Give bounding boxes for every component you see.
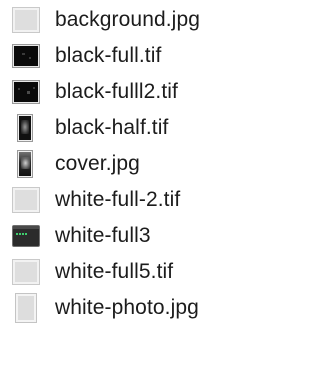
file-name: cover.jpg xyxy=(55,152,140,175)
dark-image-thumbnail-icon xyxy=(12,44,40,68)
file-row-white-full-2-tif[interactable]: white-full-2.tif xyxy=(0,182,334,218)
light-image-thumbnail-icon xyxy=(12,7,40,33)
file-name: white-photo.jpg xyxy=(55,296,199,319)
file-name: white-full3 xyxy=(55,224,151,247)
file-name: black-fulll2.tif xyxy=(55,80,178,103)
file-row-white-photo-jpg[interactable]: white-photo.jpg xyxy=(0,290,334,326)
file-row-black-full-tif[interactable]: black-full.tif xyxy=(0,38,334,74)
file-row-white-full5-tif[interactable]: white-full5.tif xyxy=(0,254,334,290)
file-row-white-full3[interactable]: white-full3 xyxy=(0,218,334,254)
light-portrait-thumbnail-icon xyxy=(15,293,37,323)
file-name: black-half.tif xyxy=(55,116,169,139)
file-row-cover-jpg[interactable]: cover.jpg xyxy=(0,146,334,182)
terminal-thumbnail-icon xyxy=(12,225,40,247)
cover-portrait-thumbnail-icon xyxy=(17,150,33,178)
dark-image-thumbnail-icon xyxy=(12,80,40,104)
light-image-thumbnail-icon xyxy=(12,187,40,213)
file-name: white-full5.tif xyxy=(55,260,174,283)
file-row-background-jpg[interactable]: background.jpg xyxy=(0,2,334,38)
light-image-thumbnail-icon xyxy=(12,259,40,285)
file-name: background.jpg xyxy=(55,8,201,31)
file-row-black-half-tif[interactable]: black-half.tif xyxy=(0,110,334,146)
file-name: white-full-2.tif xyxy=(55,188,181,211)
dark-portrait-thumbnail-icon xyxy=(17,114,33,142)
file-row-black-fulll2-tif[interactable]: black-fulll2.tif xyxy=(0,74,334,110)
file-name: black-full.tif xyxy=(55,44,162,67)
